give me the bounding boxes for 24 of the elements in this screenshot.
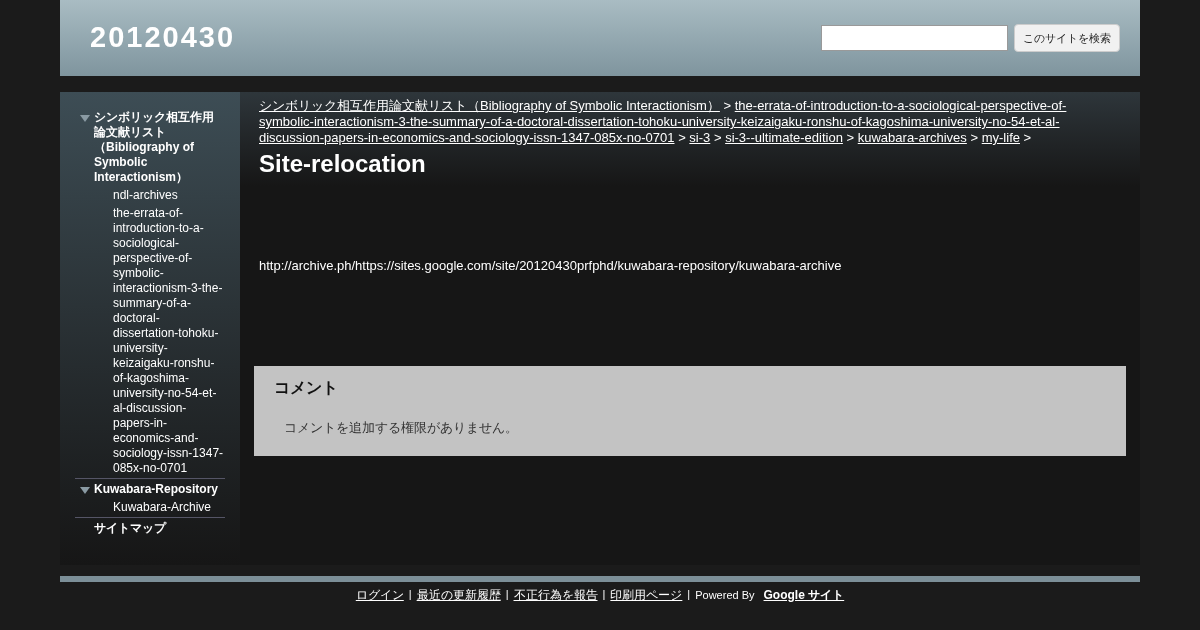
sidebar-item[interactable]: Kuwabara-Repository: [94, 482, 219, 497]
footer-separator: |: [687, 587, 691, 602]
body-text: http://archive.ph/https://sites.google.com/site/20120430prfphd/kuwabara-repository/kuwabara-archive: [259, 258, 843, 274]
footer-link[interactable]: 最近の更新履歴: [416, 586, 501, 604]
page-title: Site-relocation: [259, 150, 427, 178]
search-field[interactable]: [821, 25, 1008, 51]
footer-link[interactable]: ログイン: [355, 586, 404, 604]
footer-link[interactable]: 印刷用ページ: [610, 586, 683, 604]
footer-separator: |: [505, 587, 509, 602]
sidebar-item[interactable]: サイトマップ: [94, 521, 219, 536]
sidebar-subitem[interactable]: Kuwabara-Archive: [75, 500, 225, 515]
expand-triangle-icon[interactable]: [80, 115, 90, 122]
search-button[interactable]: このサイトを検索: [1014, 24, 1120, 52]
sidebar-subitem[interactable]: ndl-archives: [75, 188, 225, 203]
footer-separator: |: [408, 587, 412, 602]
sidebar-subitem[interactable]: the-errata-of-introduction-to-a-sociological-perspective-of-symbolic-interactionism-3-the-summary-of-a-doctoral-dissertation-tohoku-university-keizaigaku-ronshu-of-kagoshima-university-no-54-et-al-discussion-papers-in-economics-and-sociology-issn-1347-085x-no-0701: [75, 206, 225, 476]
expand-triangle-icon[interactable]: [80, 487, 90, 494]
comments-heading: コメント: [274, 378, 339, 398]
comments-message: コメントを追加する権限がありません。: [284, 419, 519, 437]
powered-by-text: Powered By: [695, 587, 755, 603]
footer-separator: |: [602, 587, 606, 602]
breadcrumb[interactable]: シンボリック相互作用論文献リスト（Bibliography of Symbolic Interactionism） > the-errata-of-introduction-to-a-sociological-perspective-of-symbolic-interactionism-3-the-summary-of-a-doctoral-dissertation-tohoku-university-keizaigaku-ronshu-of-kagoshima-university-no-54-et-al-discussion-papers-in-economics-and-sociology-issn-1347-085x-no-0701 > si-3 > si-3--ultimate-edition > kuwabara-archives > my-life >: [259, 98, 1121, 146]
footer-brand-link[interactable]: Google サイト: [763, 586, 845, 604]
footer-link[interactable]: 不正行為を報告: [513, 586, 598, 604]
